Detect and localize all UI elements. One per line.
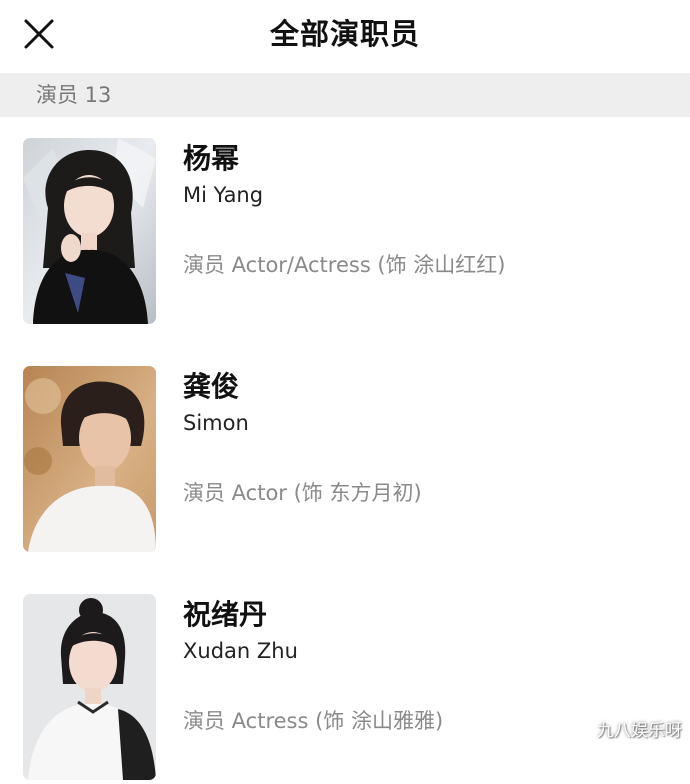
cast-role: 演员 Actor (饰 东方月初) (183, 481, 422, 505)
cast-role: 演员 Actress (饰 涂山雅雅) (183, 709, 444, 733)
cast-photo (23, 366, 156, 552)
cast-photo (23, 594, 156, 780)
watermark: 九八娱乐呀 (597, 721, 682, 741)
top-nav-bar: 全部演职员 (0, 0, 690, 72)
cast-list-item[interactable]: 杨幂 Mi Yang 演员 Actor/Actress (饰 涂山红红) (0, 138, 690, 328)
cast-name-chinese: 杨幂 (183, 142, 240, 175)
cast-list-item[interactable]: 祝绪丹 Xudan Zhu 演员 Actress (饰 涂山雅雅) (0, 594, 690, 784)
cast-name-english: Mi Yang (183, 183, 264, 207)
cast-role: 演员 Actor/Actress (饰 涂山红红) (183, 253, 506, 277)
cast-list-item[interactable]: 龚俊 Simon 演员 Actor (饰 东方月初) (0, 366, 690, 556)
cast-name-english: Xudan Zhu (183, 639, 298, 663)
cast-name-chinese: 祝绪丹 (183, 598, 268, 631)
page-title: 全部演职员 (269, 17, 420, 51)
section-header: 演员 13 (0, 73, 690, 117)
cast-name-chinese: 龚俊 (183, 370, 240, 403)
cast-name-english: Simon (183, 411, 249, 435)
cast-photo (23, 138, 156, 324)
section-label-actors: 演员 13 (36, 83, 112, 107)
